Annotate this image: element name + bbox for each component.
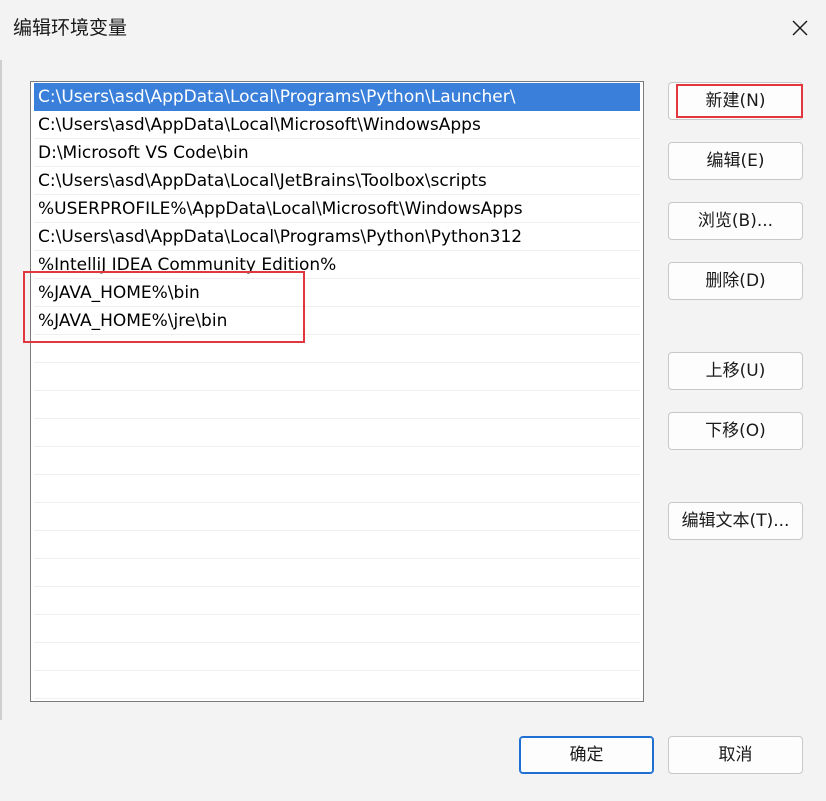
path-row-7[interactable]: %JAVA_HOME%\bin	[34, 279, 640, 307]
empty-row[interactable]	[34, 447, 640, 475]
edit-text-button[interactable]: 编辑文本(T)...	[668, 502, 803, 540]
path-row-2[interactable]: D:\Microsoft VS Code\bin	[34, 139, 640, 167]
empty-row[interactable]	[34, 391, 640, 419]
empty-row[interactable]	[34, 419, 640, 447]
empty-row[interactable]	[34, 531, 640, 559]
path-row-1[interactable]: C:\Users\asd\AppData\Local\Microsoft\Win…	[34, 111, 640, 139]
move-up-button[interactable]: 上移(U)	[668, 352, 803, 390]
edit-env-var-dialog: 编辑环境变量 C:\Users\asd\AppData\Local\Progra…	[0, 0, 826, 801]
cancel-button[interactable]: 取消	[668, 736, 803, 774]
path-row-5[interactable]: C:\Users\asd\AppData\Local\Programs\Pyth…	[34, 223, 640, 251]
close-icon	[792, 20, 808, 36]
path-row-8[interactable]: %JAVA_HOME%\jre\bin	[34, 307, 640, 335]
empty-row[interactable]	[34, 503, 640, 531]
empty-row[interactable]	[34, 671, 640, 699]
empty-row[interactable]	[34, 559, 640, 587]
empty-row[interactable]	[34, 615, 640, 643]
empty-row[interactable]	[34, 587, 640, 615]
edit-button[interactable]: 编辑(E)	[668, 142, 803, 180]
title-bar: 编辑环境变量	[0, 0, 826, 56]
ok-button[interactable]: 确定	[519, 736, 654, 774]
path-row-4[interactable]: %USERPROFILE%\AppData\Local\Microsoft\Wi…	[34, 195, 640, 223]
move-down-button[interactable]: 下移(O)	[668, 412, 803, 450]
path-row-3[interactable]: C:\Users\asd\AppData\Local\JetBrains\Too…	[34, 167, 640, 195]
empty-row[interactable]	[34, 363, 640, 391]
window-left-edge	[0, 60, 2, 720]
delete-button[interactable]: 删除(D)	[668, 262, 803, 300]
browse-button[interactable]: 浏览(B)...	[668, 202, 803, 240]
path-row-6[interactable]: %IntelliJ IDEA Community Edition%	[34, 251, 640, 279]
path-list[interactable]: C:\Users\asd\AppData\Local\Programs\Pyth…	[30, 81, 644, 702]
dialog-title: 编辑环境变量	[13, 17, 128, 39]
new-button[interactable]: 新建(N)	[668, 82, 803, 120]
empty-row[interactable]	[34, 335, 640, 363]
empty-row[interactable]	[34, 475, 640, 503]
close-button[interactable]	[782, 12, 818, 44]
path-row-0[interactable]: C:\Users\asd\AppData\Local\Programs\Pyth…	[34, 83, 640, 111]
empty-row[interactable]	[34, 643, 640, 671]
